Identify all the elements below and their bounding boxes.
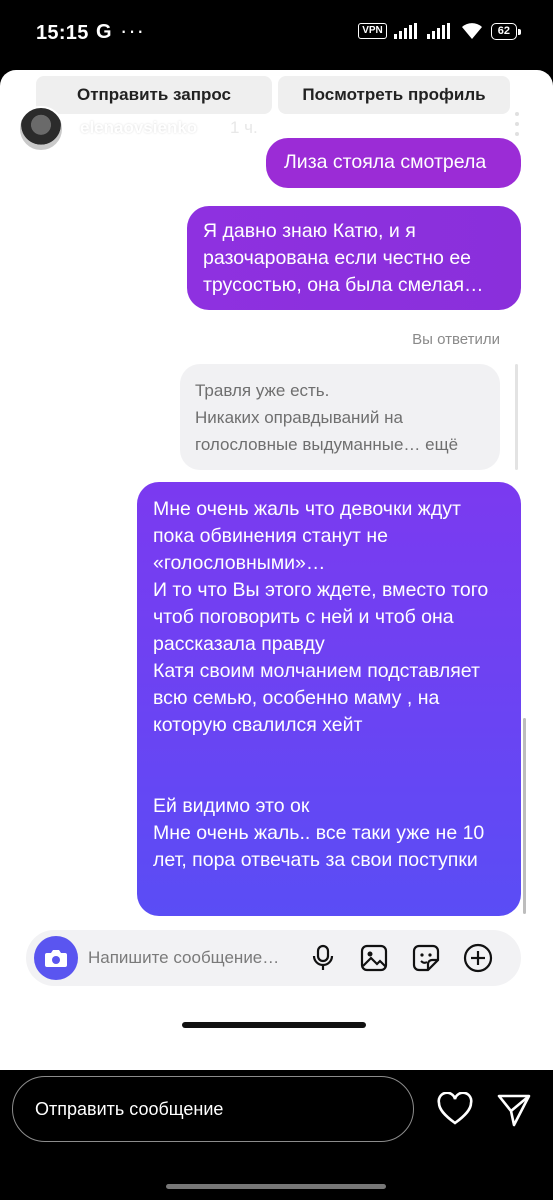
message-paragraph: И то что Вы этого ждете, вместо того что… xyxy=(153,579,489,655)
status-icons: VPN 62 xyxy=(358,22,522,40)
replied-label: Вы ответили xyxy=(412,331,500,348)
message-paragraph: Ей видимо это ок xyxy=(153,795,310,817)
gallery-icon[interactable] xyxy=(359,943,389,973)
signal-icon xyxy=(393,23,417,39)
quoted-message[interactable]: Травля уже есть. Никаких оправдываний на… xyxy=(180,364,500,470)
heart-icon[interactable] xyxy=(436,1092,474,1126)
plus-icon[interactable] xyxy=(463,943,493,973)
scrollbar[interactable] xyxy=(523,718,526,914)
message-paragraph: Мне очень жаль.. все таки уже не 10 лет,… xyxy=(153,822,485,871)
sticker-icon[interactable] xyxy=(411,943,441,973)
quote-bar xyxy=(515,364,518,470)
message-bubble[interactable]: Мне очень жаль что девочки ждут пока обв… xyxy=(137,482,521,916)
send-message-field[interactable]: Отправить сообщение xyxy=(12,1076,414,1142)
send-icon[interactable] xyxy=(496,1092,532,1128)
message-paragraph: Катя своим молчанием подставляет всю сем… xyxy=(153,660,480,736)
send-request-button[interactable]: Отправить запрос xyxy=(36,76,272,114)
sheet-handle xyxy=(182,1022,366,1028)
avatar[interactable] xyxy=(18,106,64,152)
chat-panel: Отправить запрос Посмотреть профиль elen… xyxy=(0,70,553,1070)
quote-line: Никаких оправдываний на голословные выду… xyxy=(195,408,459,454)
signal-icon xyxy=(426,23,450,39)
vpn-icon: VPN xyxy=(358,23,387,39)
profile-actions: Отправить запрос Посмотреть профиль xyxy=(0,70,553,120)
wifi-icon xyxy=(461,23,482,39)
camera-icon xyxy=(45,950,67,967)
message-paragraph: Мне очень жаль что девочки ждут пока обв… xyxy=(153,498,461,574)
view-profile-button[interactable]: Посмотреть профиль xyxy=(278,76,510,114)
battery-icon: 62 xyxy=(490,22,522,40)
mic-icon[interactable] xyxy=(308,943,338,973)
notification-dots: ··· xyxy=(120,18,145,43)
more-vert-icon[interactable] xyxy=(514,112,520,136)
g-icon: G xyxy=(96,21,112,43)
story-reply-bar: Отправить сообщение xyxy=(0,1070,553,1200)
quote-line: Травля уже есть. xyxy=(195,381,330,400)
status-bar: 15:15 G ··· VPN 62 xyxy=(0,0,553,70)
message-bubble[interactable]: Лиза стояла смотрела xyxy=(266,138,521,188)
message-bubble[interactable]: Я давно знаю Катю, и я разочарована если… xyxy=(187,206,521,310)
status-time: 15:15 xyxy=(36,22,89,44)
message-input[interactable] xyxy=(88,930,298,986)
story-time: 1 ч. xyxy=(230,118,258,137)
message-composer xyxy=(26,930,521,986)
story-username[interactable]: elenaovsienko xyxy=(80,118,197,138)
camera-button[interactable] xyxy=(34,936,78,980)
nav-handle xyxy=(166,1184,386,1189)
